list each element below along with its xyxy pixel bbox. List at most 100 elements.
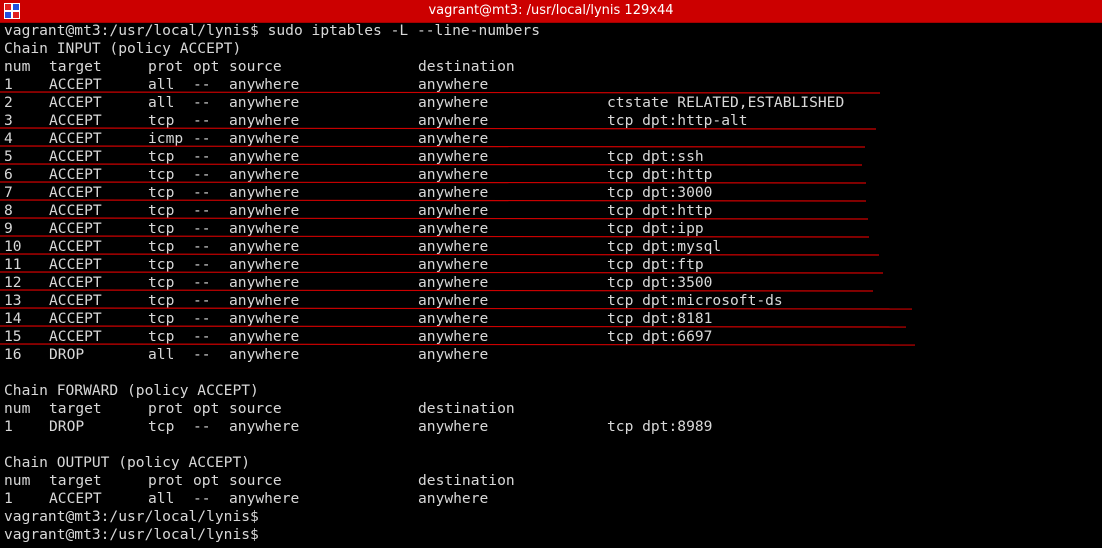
- column-header-opt: opt: [193, 58, 220, 75]
- rule-source: anywhere: [229, 220, 300, 237]
- shell-prompt-line: vagrant@mt3:/usr/local/lynis$: [4, 508, 259, 525]
- rule-opt: --: [193, 130, 211, 147]
- rule-source: anywhere: [229, 274, 300, 291]
- rule-target: ACCEPT: [49, 112, 102, 129]
- rule-extra: tcp dpt:6697: [607, 328, 713, 345]
- rule-extra: tcp dpt:ftp: [607, 256, 704, 273]
- rule-target: DROP: [49, 418, 85, 435]
- rule-prot: icmp: [148, 130, 184, 147]
- rule-source: anywhere: [229, 112, 300, 129]
- rule-target: ACCEPT: [49, 328, 102, 345]
- rule-destination: anywhere: [418, 130, 489, 147]
- rule-target: DROP: [49, 346, 85, 363]
- rule-source: anywhere: [229, 166, 300, 183]
- column-header-num: num: [4, 472, 31, 489]
- rule-extra: tcp dpt:3000: [607, 184, 713, 201]
- rule-num: 9: [4, 220, 13, 237]
- window-titlebar[interactable]: vagrant@mt3: /usr/local/lynis 129x44: [0, 0, 1102, 23]
- rule-target: ACCEPT: [49, 292, 102, 309]
- rule-num: 14: [4, 310, 22, 327]
- rule-destination: anywhere: [418, 490, 489, 507]
- rule-extra: tcp dpt:http: [607, 166, 713, 183]
- column-header-target: target: [49, 472, 102, 489]
- rule-destination: anywhere: [418, 274, 489, 291]
- rule-prot: tcp: [148, 202, 175, 219]
- rule-prot: tcp: [148, 184, 175, 201]
- rule-extra: tcp dpt:mysql: [607, 238, 722, 255]
- rule-source: anywhere: [229, 184, 300, 201]
- rule-num: 2: [4, 94, 13, 111]
- rule-prot: tcp: [148, 418, 175, 435]
- rule-destination: anywhere: [418, 256, 489, 273]
- rule-destination: anywhere: [418, 202, 489, 219]
- rule-source: anywhere: [229, 94, 300, 111]
- rule-extra: tcp dpt:8181: [607, 310, 713, 327]
- rule-source: anywhere: [229, 490, 300, 507]
- rule-num: 16: [4, 346, 22, 363]
- rule-target: ACCEPT: [49, 256, 102, 273]
- rule-opt: --: [193, 94, 211, 111]
- chain-header: Chain OUTPUT (policy ACCEPT): [4, 454, 251, 471]
- rule-extra: tcp dpt:3500: [607, 274, 713, 291]
- window-title: vagrant@mt3: /usr/local/lynis 129x44: [428, 3, 674, 18]
- rule-prot: tcp: [148, 220, 175, 237]
- column-header-source: source: [229, 472, 282, 489]
- rule-destination: anywhere: [418, 238, 489, 255]
- rule-source: anywhere: [229, 148, 300, 165]
- terminal-output[interactable]: vagrant@mt3:/usr/local/lynis$ sudo iptab…: [0, 22, 1102, 548]
- column-header-num: num: [4, 58, 31, 75]
- rule-prot: tcp: [148, 112, 175, 129]
- rule-target: ACCEPT: [49, 238, 102, 255]
- rule-source: anywhere: [229, 238, 300, 255]
- rule-opt: --: [193, 220, 211, 237]
- column-header-num: num: [4, 400, 31, 417]
- rule-opt: --: [193, 184, 211, 201]
- rule-source: anywhere: [229, 256, 300, 273]
- rule-num: 10: [4, 238, 22, 255]
- rule-source: anywhere: [229, 202, 300, 219]
- rule-target: ACCEPT: [49, 274, 102, 291]
- rule-prot: tcp: [148, 274, 175, 291]
- column-header-target: target: [49, 58, 102, 75]
- rule-source: anywhere: [229, 418, 300, 435]
- rule-prot: tcp: [148, 256, 175, 273]
- shell-prompt: vagrant@mt3:/usr/local/lynis$: [4, 22, 259, 39]
- rule-prot: tcp: [148, 148, 175, 165]
- rule-prot: all: [148, 76, 175, 93]
- rule-target: ACCEPT: [49, 94, 102, 111]
- rule-source: anywhere: [229, 76, 300, 93]
- rule-target: ACCEPT: [49, 310, 102, 327]
- rule-num: 13: [4, 292, 22, 309]
- rule-prot: tcp: [148, 328, 175, 345]
- shell-prompt-line: vagrant@mt3:/usr/local/lynis$: [4, 526, 259, 543]
- column-header-opt: opt: [193, 400, 220, 417]
- rule-opt: --: [193, 148, 211, 165]
- column-header-prot: prot: [148, 400, 184, 417]
- rule-destination: anywhere: [418, 310, 489, 327]
- rule-prot: all: [148, 346, 175, 363]
- rule-source: anywhere: [229, 292, 300, 309]
- rule-prot: tcp: [148, 310, 175, 327]
- rule-prot: all: [148, 94, 175, 111]
- rule-destination: anywhere: [418, 328, 489, 345]
- rule-num: 1: [4, 76, 13, 93]
- rule-source: anywhere: [229, 130, 300, 147]
- rule-destination: anywhere: [418, 220, 489, 237]
- rule-destination: anywhere: [418, 112, 489, 129]
- rule-num: 15: [4, 328, 22, 345]
- chain-header: Chain FORWARD (policy ACCEPT): [4, 382, 259, 399]
- rule-target: ACCEPT: [49, 220, 102, 237]
- column-header-source: source: [229, 58, 282, 75]
- rule-num: 12: [4, 274, 22, 291]
- rule-source: anywhere: [229, 328, 300, 345]
- rule-target: ACCEPT: [49, 490, 102, 507]
- rule-destination: anywhere: [418, 148, 489, 165]
- rule-target: ACCEPT: [49, 148, 102, 165]
- rule-opt: --: [193, 166, 211, 183]
- rule-opt: --: [193, 418, 211, 435]
- rule-prot: tcp: [148, 238, 175, 255]
- column-header-source: source: [229, 400, 282, 417]
- rule-extra: tcp dpt:microsoft-ds: [607, 292, 783, 309]
- rule-destination: anywhere: [418, 166, 489, 183]
- rule-target: ACCEPT: [49, 166, 102, 183]
